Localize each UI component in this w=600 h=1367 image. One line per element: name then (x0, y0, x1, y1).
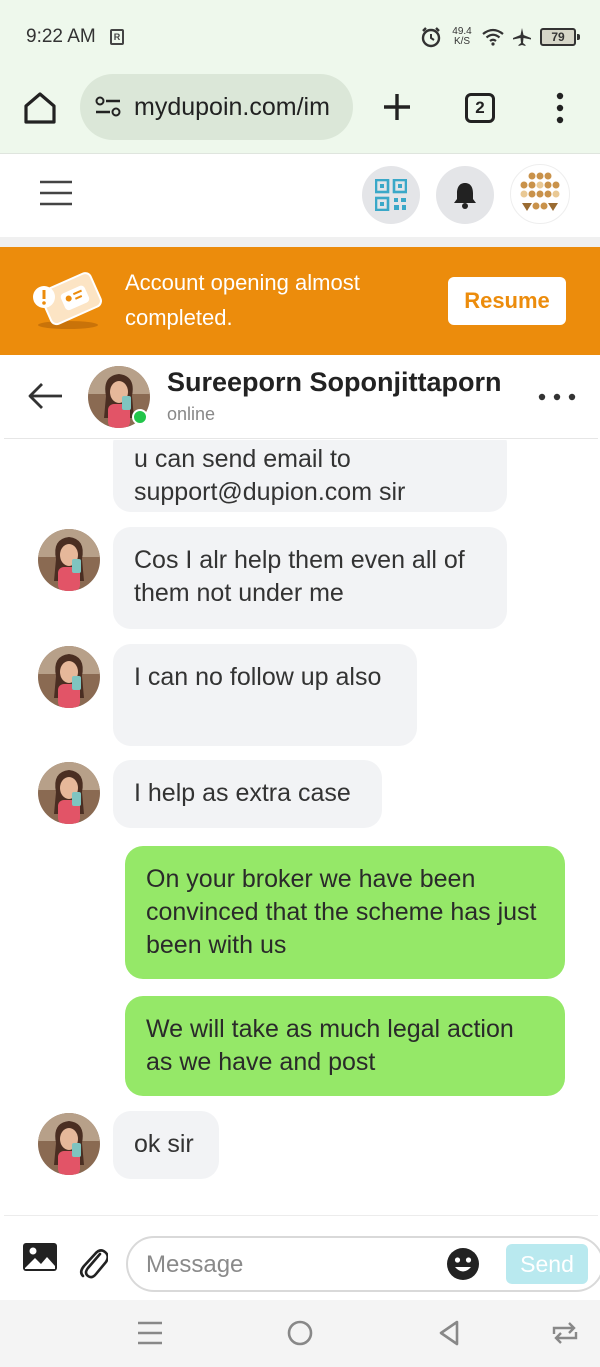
emoji-icon[interactable] (446, 1247, 480, 1281)
system-navigation-bar (0, 1300, 600, 1367)
message-avatar[interactable] (38, 529, 100, 591)
paperclip-icon[interactable] (78, 1244, 108, 1280)
app-header (0, 155, 600, 237)
qr-code-button[interactable] (362, 166, 420, 224)
status-bar: 9:22 AM R 49.4 K/S 79 (0, 0, 600, 72)
plus-icon[interactable] (380, 90, 414, 124)
message-bubble-incoming: Cos I alr help them even all of them not… (113, 527, 507, 629)
recent-apps-icon[interactable] (135, 1318, 165, 1348)
composer-bar: Send (4, 1215, 600, 1299)
chat-header: Sureeporn Soponjittaporn online (4, 355, 598, 439)
message-text: We will take as much legal action as we … (146, 1015, 514, 1076)
bell-icon (454, 183, 476, 209)
back-triangle-icon[interactable] (435, 1318, 465, 1348)
status-time: 9:22 AM (26, 26, 96, 47)
message-bubble-incoming: u can send email to support@dupion.com s… (113, 440, 507, 512)
more-horizontal-icon[interactable] (537, 391, 577, 403)
site-settings-icon[interactable] (94, 96, 122, 118)
account-opening-banner: Account opening almost completed. Resume (0, 247, 600, 355)
home-icon[interactable] (22, 90, 58, 126)
contact-status: online (167, 404, 216, 424)
message-input-container: Send (126, 1236, 600, 1292)
hamburger-menu-icon[interactable] (40, 179, 72, 207)
user-avatar-button[interactable] (510, 164, 570, 224)
message-text: Cos I alr help them even all of them not… (134, 546, 465, 607)
banner-message: Account opening almost completed. (125, 270, 360, 330)
notifications-button[interactable] (436, 166, 494, 224)
divider (0, 237, 600, 247)
message-list[interactable]: u can send email to support@dupion.com s… (4, 440, 598, 1215)
message-bubble-incoming: I can no follow up also (113, 644, 417, 746)
message-text: ok sir (134, 1130, 194, 1158)
message-text: I help as extra case (134, 779, 351, 807)
sim-badge-icon: R (110, 29, 124, 45)
message-bubble-incoming: ok sir (113, 1111, 219, 1179)
qr-code-icon (375, 179, 407, 211)
message-text: u can send email to support@dupion.com s… (134, 445, 406, 506)
tabs-icon[interactable]: 2 (465, 93, 495, 123)
battery-icon: 79 (540, 28, 580, 46)
message-text: I can no follow up also (134, 663, 382, 691)
net-speed-unit: K/S (453, 36, 471, 47)
wifi-icon (482, 28, 504, 46)
message-avatar[interactable] (38, 646, 100, 708)
resume-button[interactable]: Resume (448, 277, 566, 325)
back-arrow-icon[interactable] (26, 381, 64, 411)
airplane-icon (513, 28, 531, 46)
message-bubble-outgoing: We will take as much legal action as we … (125, 996, 565, 1096)
contact-name: Sureeporn Soponjittaporn (167, 367, 502, 397)
rotate-icon[interactable] (550, 1318, 580, 1348)
message-input[interactable] (146, 1248, 436, 1282)
more-vertical-icon[interactable] (550, 90, 570, 126)
online-status-indicator (132, 409, 148, 425)
message-bubble-incoming: I help as extra case (113, 760, 382, 828)
send-button[interactable]: Send (506, 1244, 588, 1284)
brand-logo-icon (520, 172, 560, 211)
status-icons: 49.4 K/S 79 (420, 24, 580, 50)
message-avatar[interactable] (38, 1113, 100, 1175)
message-text: On your broker we have been convinced th… (146, 865, 537, 959)
url-text: mydupoin.com/im (134, 92, 330, 121)
url-bar[interactable]: mydupoin.com/im (80, 74, 353, 140)
browser-toolbar: mydupoin.com/im 2 (0, 72, 600, 154)
message-bubble-outgoing: On your broker we have been convinced th… (125, 846, 565, 979)
message-avatar[interactable] (38, 762, 100, 824)
alarm-icon (421, 27, 441, 48)
home-circle-icon[interactable] (285, 1318, 315, 1348)
net-speed: 49.4 K/S (450, 27, 474, 47)
image-icon[interactable] (22, 1242, 58, 1272)
id-card-alert-icon (33, 272, 102, 329)
